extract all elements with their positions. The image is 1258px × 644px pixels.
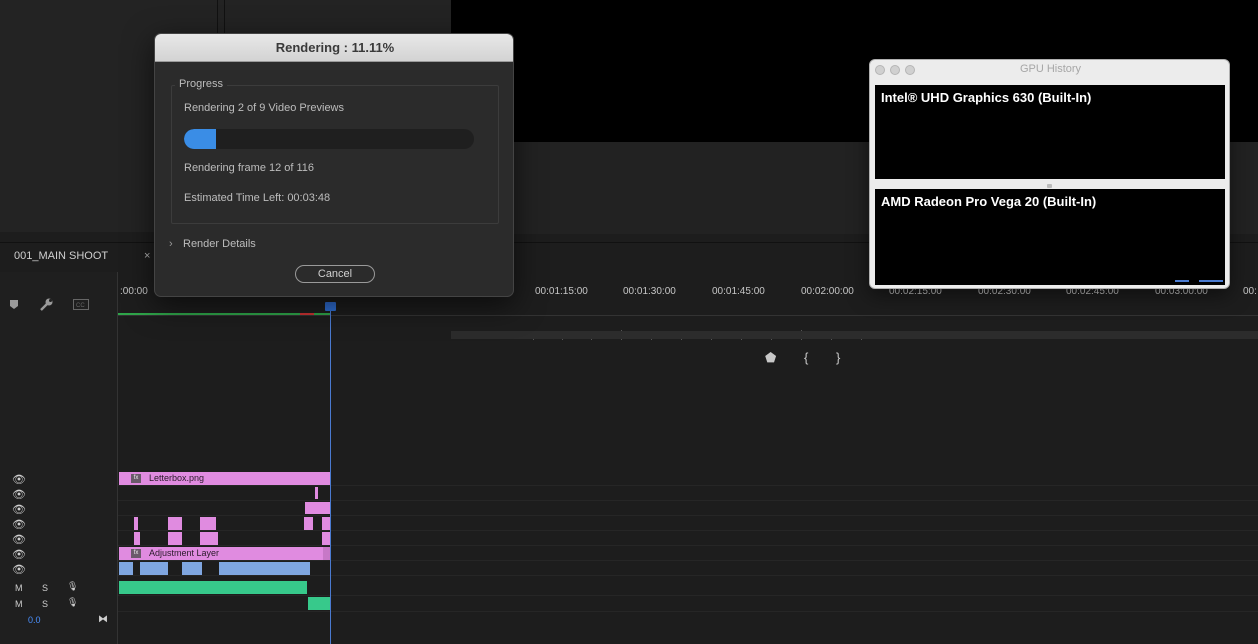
chevron-right-icon: › bbox=[169, 238, 173, 250]
svg-text:CC: CC bbox=[76, 303, 85, 309]
video-track[interactable] bbox=[118, 486, 1258, 501]
clip-slice[interactable] bbox=[315, 487, 318, 499]
audio-track[interactable] bbox=[118, 596, 1258, 612]
progress-section-label: Progress bbox=[175, 78, 228, 90]
playhead-line bbox=[330, 306, 331, 644]
gpu-name: Intel® UHD Graphics 630 (Built-In) bbox=[881, 90, 1092, 105]
timecode-label: 00:01:45:00 bbox=[712, 286, 765, 297]
eye-icon[interactable]: 👁 bbox=[12, 533, 26, 546]
gpu-history-window: GPU History Intel® UHD Graphics 630 (Bui… bbox=[869, 59, 1230, 289]
mark-out-button[interactable]: } bbox=[836, 350, 840, 365]
gpu-usage-spark bbox=[1199, 280, 1223, 282]
mark-in-button[interactable]: { bbox=[804, 350, 808, 365]
video-track[interactable] bbox=[118, 501, 1258, 516]
eye-icon[interactable]: 👁 bbox=[12, 503, 26, 516]
clip-slice[interactable] bbox=[168, 532, 182, 545]
render-status-bar bbox=[118, 313, 330, 315]
split-handle[interactable] bbox=[1047, 184, 1052, 188]
clip-slice[interactable] bbox=[200, 532, 218, 545]
captions-icon[interactable]: CC bbox=[73, 298, 89, 313]
previews-status: Rendering 2 of 9 Video Previews bbox=[184, 102, 345, 114]
clip-label: Adjustment Layer bbox=[149, 548, 220, 558]
mute-button[interactable]: M bbox=[15, 583, 23, 593]
gpu-graph-amd: AMD Radeon Pro Vega 20 (Built-In) bbox=[875, 189, 1225, 285]
clip-label: Letterbox.png bbox=[149, 473, 205, 483]
video-clip[interactable] bbox=[140, 562, 168, 575]
progress-bar-fill bbox=[184, 129, 217, 149]
microphone-icon[interactable]: 🎙 bbox=[67, 581, 78, 592]
video-clip[interactable] bbox=[219, 562, 310, 575]
gpu-name: AMD Radeon Pro Vega 20 (Built-In) bbox=[881, 194, 1097, 209]
clip-slice[interactable] bbox=[304, 517, 313, 530]
monitor-scrollbar[interactable] bbox=[451, 331, 1258, 339]
fx-badge: fx bbox=[131, 549, 141, 558]
video-clip[interactable] bbox=[119, 562, 133, 575]
audio-clip[interactable] bbox=[119, 581, 307, 594]
timecode-label: 00:02:00:00 bbox=[801, 286, 854, 297]
clip-slice[interactable] bbox=[134, 517, 138, 530]
cancel-button[interactable]: Cancel bbox=[295, 265, 375, 283]
clip-slice[interactable] bbox=[323, 547, 330, 560]
master-volume-value[interactable]: 0.0 bbox=[28, 615, 41, 625]
fx-badge: fx bbox=[131, 474, 141, 483]
timecode-label: :00:00 bbox=[120, 286, 148, 297]
sequence-tab[interactable]: 001_MAIN SHOOT bbox=[14, 250, 108, 262]
render-details-label: Render Details bbox=[183, 238, 256, 250]
time-left-status: Estimated Time Left: 00:03:48 bbox=[184, 192, 331, 204]
timecode-label: 00:01:15:00 bbox=[535, 286, 588, 297]
timecode-label: 00: bbox=[1243, 286, 1257, 297]
audio-clip[interactable] bbox=[308, 597, 330, 610]
microphone-icon[interactable]: 🎙 bbox=[67, 597, 78, 608]
wrench-icon[interactable] bbox=[39, 298, 54, 315]
clip-adjustment-layer[interactable]: fx Adjustment Layer bbox=[119, 547, 323, 560]
video-clip[interactable] bbox=[182, 562, 202, 575]
clip-slice[interactable] bbox=[134, 532, 140, 545]
timecode-label: 00:01:30:00 bbox=[623, 286, 676, 297]
clip-slice[interactable] bbox=[322, 517, 330, 530]
render-status-bar-unrendered bbox=[300, 313, 314, 315]
add-marker-icon[interactable] bbox=[9, 298, 19, 313]
clip-slice[interactable] bbox=[305, 502, 330, 514]
eye-icon[interactable]: 👁 bbox=[12, 548, 26, 561]
progress-bar bbox=[184, 129, 474, 149]
clip-slice[interactable] bbox=[200, 517, 216, 530]
add-marker-icon[interactable]: ⬟ bbox=[765, 350, 776, 366]
video-track[interactable] bbox=[118, 516, 1258, 531]
dialog-title-bar[interactable]: Rendering : 11.11% bbox=[155, 34, 513, 62]
eye-icon[interactable]: 👁 bbox=[12, 488, 26, 501]
dialog-title: Rendering : 11.11% bbox=[275, 40, 395, 55]
frame-status: Rendering frame 12 of 116 bbox=[184, 162, 315, 174]
mute-button[interactable]: M bbox=[15, 599, 23, 609]
clip-letterbox[interactable]: fx Letterbox.png bbox=[119, 472, 330, 485]
playhead-handle[interactable] bbox=[325, 302, 336, 311]
solo-button[interactable]: S bbox=[42, 599, 48, 609]
rendering-dialog: Rendering : 11.11% Progress Rendering 2 … bbox=[154, 33, 514, 297]
gpu-usage-spark bbox=[1175, 280, 1189, 282]
window-title: GPU History bbox=[1019, 63, 1082, 75]
close-tab-icon[interactable]: × bbox=[144, 250, 150, 262]
render-details-toggle[interactable]: › Render Details bbox=[169, 238, 256, 250]
clip-slice[interactable] bbox=[168, 517, 182, 530]
gpu-graph-intel: Intel® UHD Graphics 630 (Built-In) bbox=[875, 85, 1225, 179]
video-track[interactable] bbox=[118, 531, 1258, 546]
eye-icon[interactable]: 👁 bbox=[12, 563, 26, 576]
clip-slice[interactable] bbox=[322, 532, 330, 545]
solo-button[interactable]: S bbox=[42, 583, 48, 593]
eye-icon[interactable]: 👁 bbox=[12, 518, 26, 531]
bowtie-icon[interactable]: ⧓ bbox=[98, 614, 108, 625]
eye-icon[interactable]: 👁 bbox=[12, 473, 26, 486]
